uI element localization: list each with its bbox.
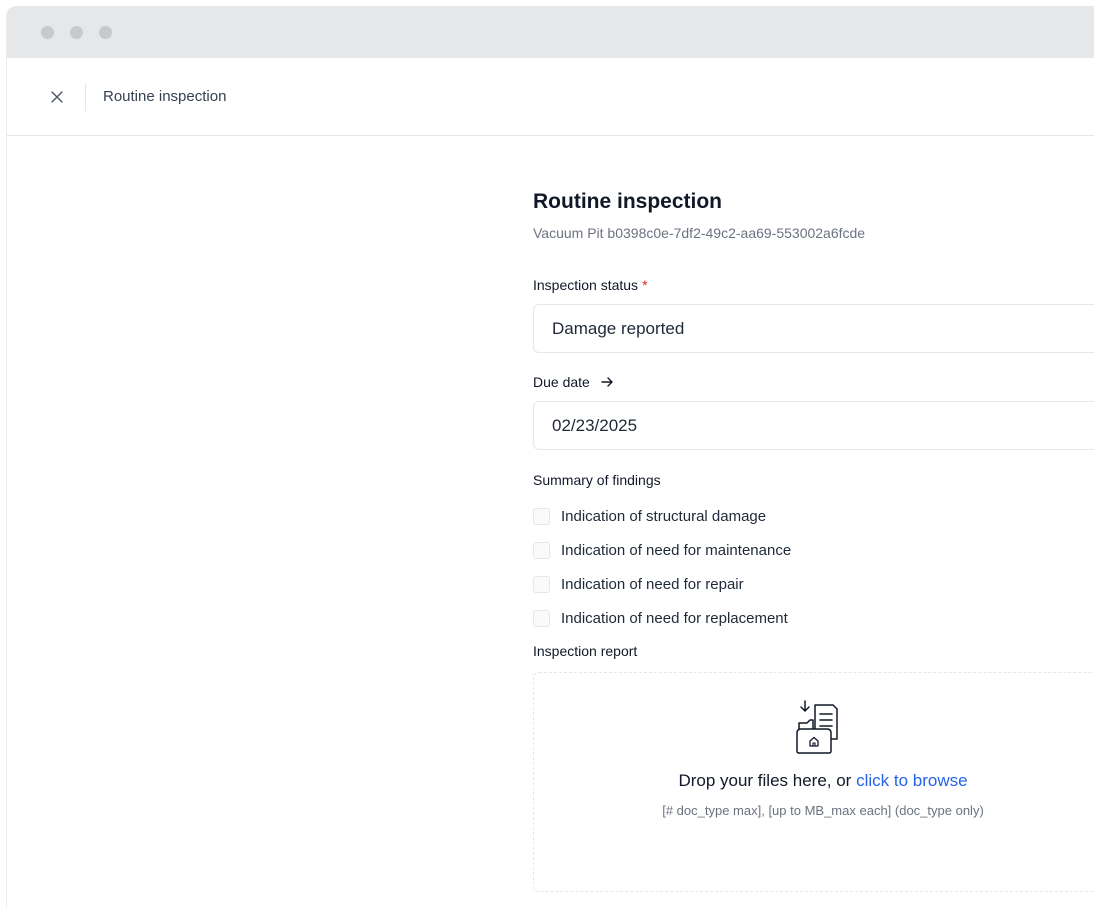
inspection-report-label: Inspection report — [533, 643, 638, 659]
summary-checkbox-list: Indication of structural damage Indicati… — [533, 499, 1094, 635]
due-date-value: 02/23/2025 — [552, 415, 638, 435]
file-dropzone[interactable]: Drop your files here, or click to browse… — [533, 672, 1094, 892]
drop-text: Drop your files here, or click to browse — [678, 771, 967, 791]
checkbox-label: Indication of need for replacement — [561, 609, 788, 627]
inspection-status-label: Inspection status * — [533, 277, 1094, 293]
checkbox[interactable] — [533, 609, 550, 627]
close-icon — [51, 90, 63, 103]
checkbox[interactable] — [533, 541, 550, 559]
checkbox-need-repair[interactable]: Indication of need for repair — [533, 567, 1094, 601]
checkbox-need-maintenance[interactable]: Indication of need for maintenance — [533, 533, 1094, 567]
page: Routine inspection Routine inspection Va… — [0, 0, 1094, 908]
arrow-right-icon — [601, 377, 613, 387]
window-titlebar — [7, 6, 1094, 58]
header-divider — [85, 82, 86, 111]
inspection-status-label-text: Inspection status — [533, 277, 639, 293]
close-button[interactable] — [45, 85, 69, 109]
checkbox-label: Indication of structural damage — [561, 507, 767, 525]
window-minimize-dot[interactable] — [70, 25, 83, 39]
form-title: Routine inspection — [533, 190, 722, 213]
header-title: Routine inspection — [103, 88, 227, 105]
checkbox-label: Indication of need for repair — [561, 575, 744, 593]
required-marker: * — [642, 277, 648, 293]
due-date-input[interactable]: 02/23/2025 — [533, 401, 1094, 450]
window-maximize-dot[interactable] — [99, 25, 112, 39]
due-date-label: Due date — [533, 374, 1094, 390]
inspection-form: Routine inspection Vacuum Pit b0398c0e-7… — [533, 190, 1094, 892]
browse-link[interactable]: click to browse — [856, 771, 967, 790]
drop-hint: [# doc_type max], [up to MB_max each] (d… — [662, 803, 984, 818]
window-close-dot[interactable] — [41, 25, 54, 39]
app-window: Routine inspection Routine inspection Va… — [6, 6, 1094, 908]
folder-upload-icon — [796, 700, 838, 754]
inspection-status-value: Damage reported — [552, 318, 685, 338]
checkbox-need-replacement[interactable]: Indication of need for replacement — [533, 601, 1094, 635]
form-subtitle: Vacuum Pit b0398c0e-7df2-49c2-aa69-55300… — [533, 225, 866, 241]
checkbox[interactable] — [533, 507, 550, 525]
drop-text-main: Drop your files here, or — [678, 771, 857, 790]
checkbox[interactable] — [533, 575, 550, 593]
due-date-label-text: Due date — [533, 374, 590, 390]
summary-label: Summary of findings — [533, 472, 661, 488]
inspection-status-select[interactable]: Damage reported — [533, 304, 1094, 353]
app-header: Routine inspection — [7, 58, 1094, 136]
checkbox-label: Indication of need for maintenance — [561, 541, 792, 559]
checkbox-structural-damage[interactable]: Indication of structural damage — [533, 499, 1094, 533]
